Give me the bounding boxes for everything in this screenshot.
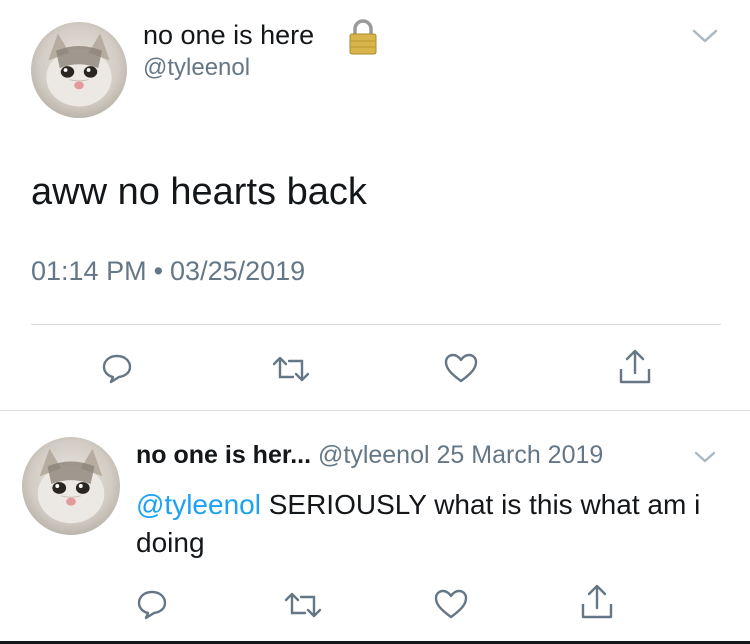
lock-icon: [349, 19, 377, 55]
tweet-text: aww no hearts back: [31, 171, 367, 213]
divider: [31, 324, 721, 325]
share-icon: [581, 584, 613, 619]
user-handle[interactable]: @tyleenol: [143, 54, 250, 82]
separator-dot: •: [153, 256, 164, 286]
share-button[interactable]: [618, 349, 652, 385]
chevron-down-icon[interactable]: [692, 447, 718, 467]
share-icon: [619, 349, 651, 384]
retweet-icon: [284, 592, 322, 618]
retweet-icon: [272, 356, 310, 382]
reply-avatar[interactable]: [22, 437, 120, 535]
reply-icon: [102, 354, 132, 384]
reply-display-name[interactable]: no one is her...: [136, 441, 311, 469]
like-button[interactable]: [434, 589, 468, 619]
retweet-button[interactable]: [271, 355, 311, 383]
tweet-date: 03/25/2019: [170, 256, 306, 286]
reply-button[interactable]: [136, 588, 168, 620]
crying-cat-avatar-icon: [46, 33, 112, 107]
main-avatar[interactable]: [31, 22, 127, 118]
retweet-button[interactable]: [283, 591, 323, 619]
mention-link[interactable]: @tyleenol: [136, 489, 261, 520]
crying-cat-avatar-icon: [37, 448, 105, 524]
like-icon: [434, 589, 468, 619]
share-button[interactable]: [580, 584, 614, 620]
like-icon: [444, 353, 478, 383]
reply-header: no one is her... @tyleenol 25 March 2019: [136, 441, 603, 470]
tweet-timestamp: 01:14 PM • 03/25/2019: [31, 256, 305, 287]
reply-text: @tyleenol SERIOUSLY what is this what am…: [136, 486, 736, 562]
chevron-down-icon[interactable]: [690, 24, 720, 48]
divider: [0, 410, 750, 411]
display-name[interactable]: no one is here: [143, 20, 314, 51]
like-button[interactable]: [444, 353, 478, 383]
reply-date[interactable]: 25 March 2019: [437, 441, 604, 469]
tweet-time: 01:14 PM: [31, 256, 147, 286]
reply-handle[interactable]: @tyleenol: [318, 441, 430, 469]
reply-icon: [137, 590, 167, 620]
reply-button[interactable]: [101, 352, 133, 384]
